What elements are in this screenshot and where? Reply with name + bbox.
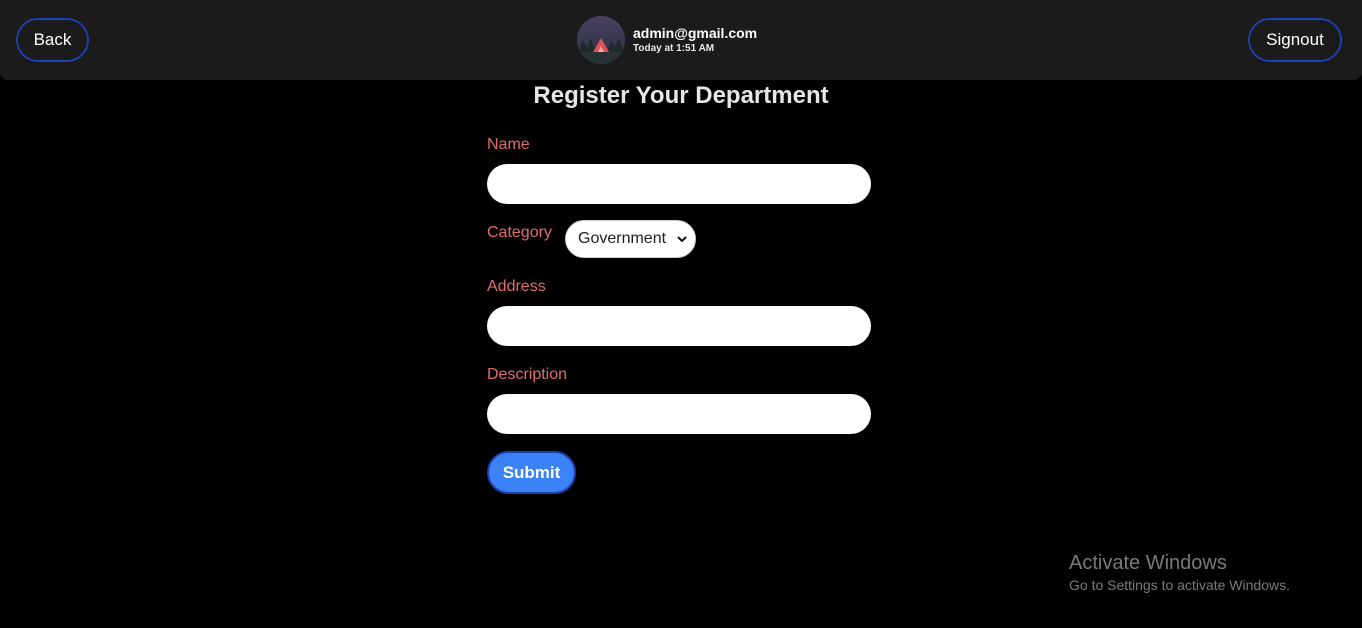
user-email: admin@gmail.com <box>633 25 758 41</box>
name-label: Name <box>487 136 530 153</box>
signout-button[interactable]: Signout <box>1248 18 1342 62</box>
tent-landscape-icon <box>577 16 625 64</box>
submit-button[interactable]: Submit <box>487 451 576 494</box>
address-label: Address <box>487 278 546 295</box>
name-input[interactable] <box>487 164 871 204</box>
top-bar: Back admin@gmail.com Today at 1:51 AM Si… <box>0 0 1362 80</box>
description-input[interactable] <box>487 394 871 434</box>
chevron-down-icon <box>677 236 687 243</box>
activate-windows-title: Activate Windows <box>1069 552 1227 574</box>
page-title: Register Your Department <box>533 82 829 109</box>
user-timestamp: Today at 1:51 AM <box>633 43 715 54</box>
description-label: Description <box>487 366 568 383</box>
category-select[interactable]: Government <box>565 220 696 258</box>
category-selected-value: Government <box>578 230 667 247</box>
category-label: Category <box>487 224 552 241</box>
user-info: admin@gmail.com Today at 1:51 AM <box>577 16 757 64</box>
address-input[interactable] <box>487 306 871 346</box>
activate-windows-subtitle: Go to Settings to activate Windows. <box>1069 577 1290 593</box>
avatar <box>577 16 625 64</box>
back-button[interactable]: Back <box>16 18 89 62</box>
